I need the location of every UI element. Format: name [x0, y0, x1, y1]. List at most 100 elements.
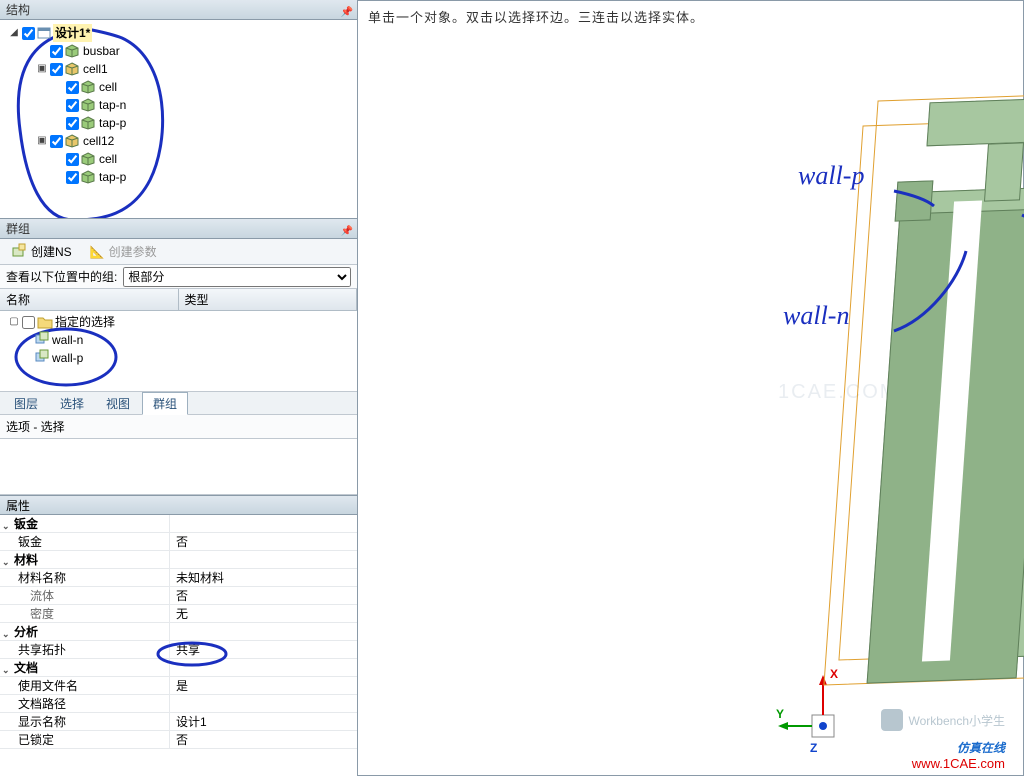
prop-row[interactable]: 共享拓扑 共享 [0, 641, 357, 659]
col-name[interactable]: 名称 [0, 289, 179, 310]
folder-checkbox[interactable] [22, 316, 35, 329]
group-label: wall-p [52, 349, 83, 367]
selection-title: 选项 - 选择 [6, 420, 65, 434]
expander-icon[interactable]: ▣ [36, 132, 48, 150]
expander-icon[interactable]: ▢ [8, 313, 20, 331]
selection-options[interactable]: 选项 - 选择 [0, 415, 357, 439]
groups-title: 群组 [6, 222, 30, 236]
expander-icon[interactable]: ▣ [36, 60, 48, 78]
item-label: tap-p [97, 168, 128, 186]
tree-item[interactable]: ▣ cell12 [2, 132, 355, 150]
root-label[interactable]: 设计1* [53, 24, 92, 42]
tree-item[interactable]: tap-p [2, 114, 355, 132]
prop-value[interactable] [170, 659, 357, 676]
properties-header[interactable]: 属性 📌 [0, 495, 357, 515]
prop-row[interactable]: ⌄文档 [0, 659, 357, 677]
pin-icon[interactable]: 📌 [341, 3, 353, 23]
cube-green-icon [81, 152, 95, 166]
structure-tree[interactable]: ◢ 设计1* busbar▣cell1celltap-ntap-p▣cell12… [0, 20, 357, 218]
wechat-icon [881, 709, 903, 731]
prop-key: 钣金 [18, 535, 42, 549]
prop-key: 共享拓扑 [18, 643, 66, 657]
structure-section: 结构 📌 ◢ 设计1* busbar▣cell1celltap-ntap-p▣c… [0, 0, 357, 218]
item-checkbox[interactable] [66, 117, 79, 130]
prop-value[interactable] [170, 695, 357, 712]
prop-value[interactable]: 否 [170, 587, 357, 604]
handnote-wall-p: wall-p [798, 161, 864, 191]
prop-row[interactable]: 已锁定 否 [0, 731, 357, 749]
tree-item[interactable]: tap-p [2, 168, 355, 186]
prop-value[interactable]: 未知材料 [170, 569, 357, 586]
group-item[interactable]: wall-n [4, 331, 353, 349]
tree-root[interactable]: ◢ 设计1* [2, 24, 355, 42]
group-item[interactable]: wall-p [4, 349, 353, 367]
prop-row[interactable]: 显示名称设计1 [0, 713, 357, 731]
watermark-brand: 仿真在线 www.1CAE.com [912, 739, 1005, 771]
item-checkbox[interactable] [50, 63, 63, 76]
tree-item[interactable]: ▣cell1 [2, 60, 355, 78]
tree-item[interactable]: busbar [2, 42, 355, 60]
item-checkbox[interactable] [66, 153, 79, 166]
item-checkbox[interactable] [66, 99, 79, 112]
item-checkbox[interactable] [66, 171, 79, 184]
item-checkbox[interactable] [50, 135, 63, 148]
selection-body [0, 439, 357, 495]
create-ns-label: 创建NS [31, 243, 72, 260]
properties-grid[interactable]: ⌄钣金钣金否⌄材料材料名称未知材料流体否密度无⌄分析共享拓扑共享⌄文档使用文件名… [0, 515, 357, 776]
prop-value[interactable] [170, 623, 357, 640]
tree-item[interactable]: cell [2, 78, 355, 96]
prop-row[interactable]: ⌄分析 [0, 623, 357, 641]
prop-row[interactable]: 流体否 [0, 587, 357, 605]
create-param-button[interactable]: 📐 创建参数 [83, 240, 164, 263]
prop-value[interactable]: 是 [170, 677, 357, 694]
expander-icon[interactable]: ◢ [8, 24, 20, 42]
prop-row[interactable]: ⌄材料 [0, 551, 357, 569]
cube-green-icon [81, 170, 95, 184]
groups-header[interactable]: 群组 📌 [0, 219, 357, 239]
prop-value[interactable]: 否 [170, 533, 357, 550]
prop-key: 文档路径 [18, 697, 66, 711]
item-label: cell [97, 78, 119, 96]
cube-green-icon [81, 116, 95, 130]
prop-key: 使用文件名 [18, 679, 78, 693]
col-type[interactable]: 类型 [179, 289, 358, 310]
item-label: cell [97, 150, 119, 168]
prop-row[interactable]: 文档路径 [0, 695, 357, 713]
item-checkbox[interactable] [50, 45, 63, 58]
tree-item[interactable]: cell [2, 150, 355, 168]
pin-icon[interactable]: 📌 [341, 222, 353, 242]
item-checkbox[interactable] [66, 81, 79, 94]
prop-row[interactable]: 材料名称未知材料 [0, 569, 357, 587]
viewport[interactable]: 单击一个对象。双击以选择环边。三连击以选择实体。 1CAE.COM X Y Z … [358, 0, 1024, 776]
sel-folder-row[interactable]: ▢ 指定的选择 [4, 313, 353, 331]
tree-item[interactable]: tap-n [2, 96, 355, 114]
prop-key: 已锁定 [18, 733, 54, 747]
create-ns-button[interactable]: 创建NS [4, 239, 79, 264]
prop-row[interactable]: ⌄钣金 [0, 515, 357, 533]
tab-groups[interactable]: 群组 [142, 392, 188, 415]
cube-green-icon [81, 98, 95, 112]
item-label: cell12 [81, 132, 116, 150]
groups-body[interactable]: ▢ 指定的选择 wall-n wall-p [0, 311, 357, 391]
tab-select[interactable]: 选择 [50, 393, 94, 414]
panel-tabs: 图层 选择 视图 群组 [0, 391, 357, 415]
prop-value[interactable]: 设计1 [170, 713, 357, 730]
prop-row[interactable]: 钣金 否 [0, 533, 357, 551]
tab-layers[interactable]: 图层 [4, 393, 48, 414]
prop-key: 分析 [14, 625, 38, 639]
root-checkbox[interactable] [22, 27, 35, 40]
prop-value[interactable]: 否 [170, 731, 357, 748]
lookup-label: 查看以下位置中的组: [6, 268, 117, 285]
tab-view[interactable]: 视图 [96, 393, 140, 414]
structure-title: 结构 [6, 3, 30, 17]
prop-value[interactable]: 无 [170, 605, 357, 622]
prop-value[interactable] [170, 515, 357, 532]
prop-row[interactable]: 使用文件名 是 [0, 677, 357, 695]
prop-value[interactable] [170, 551, 357, 568]
prop-value[interactable]: 共享 [170, 641, 357, 658]
structure-header[interactable]: 结构 📌 [0, 0, 357, 20]
lookup-select[interactable]: 根部分 [123, 267, 351, 287]
cube-green-icon [81, 80, 95, 94]
prop-row[interactable]: 密度 无 [0, 605, 357, 623]
prop-key: 密度 [30, 607, 54, 621]
